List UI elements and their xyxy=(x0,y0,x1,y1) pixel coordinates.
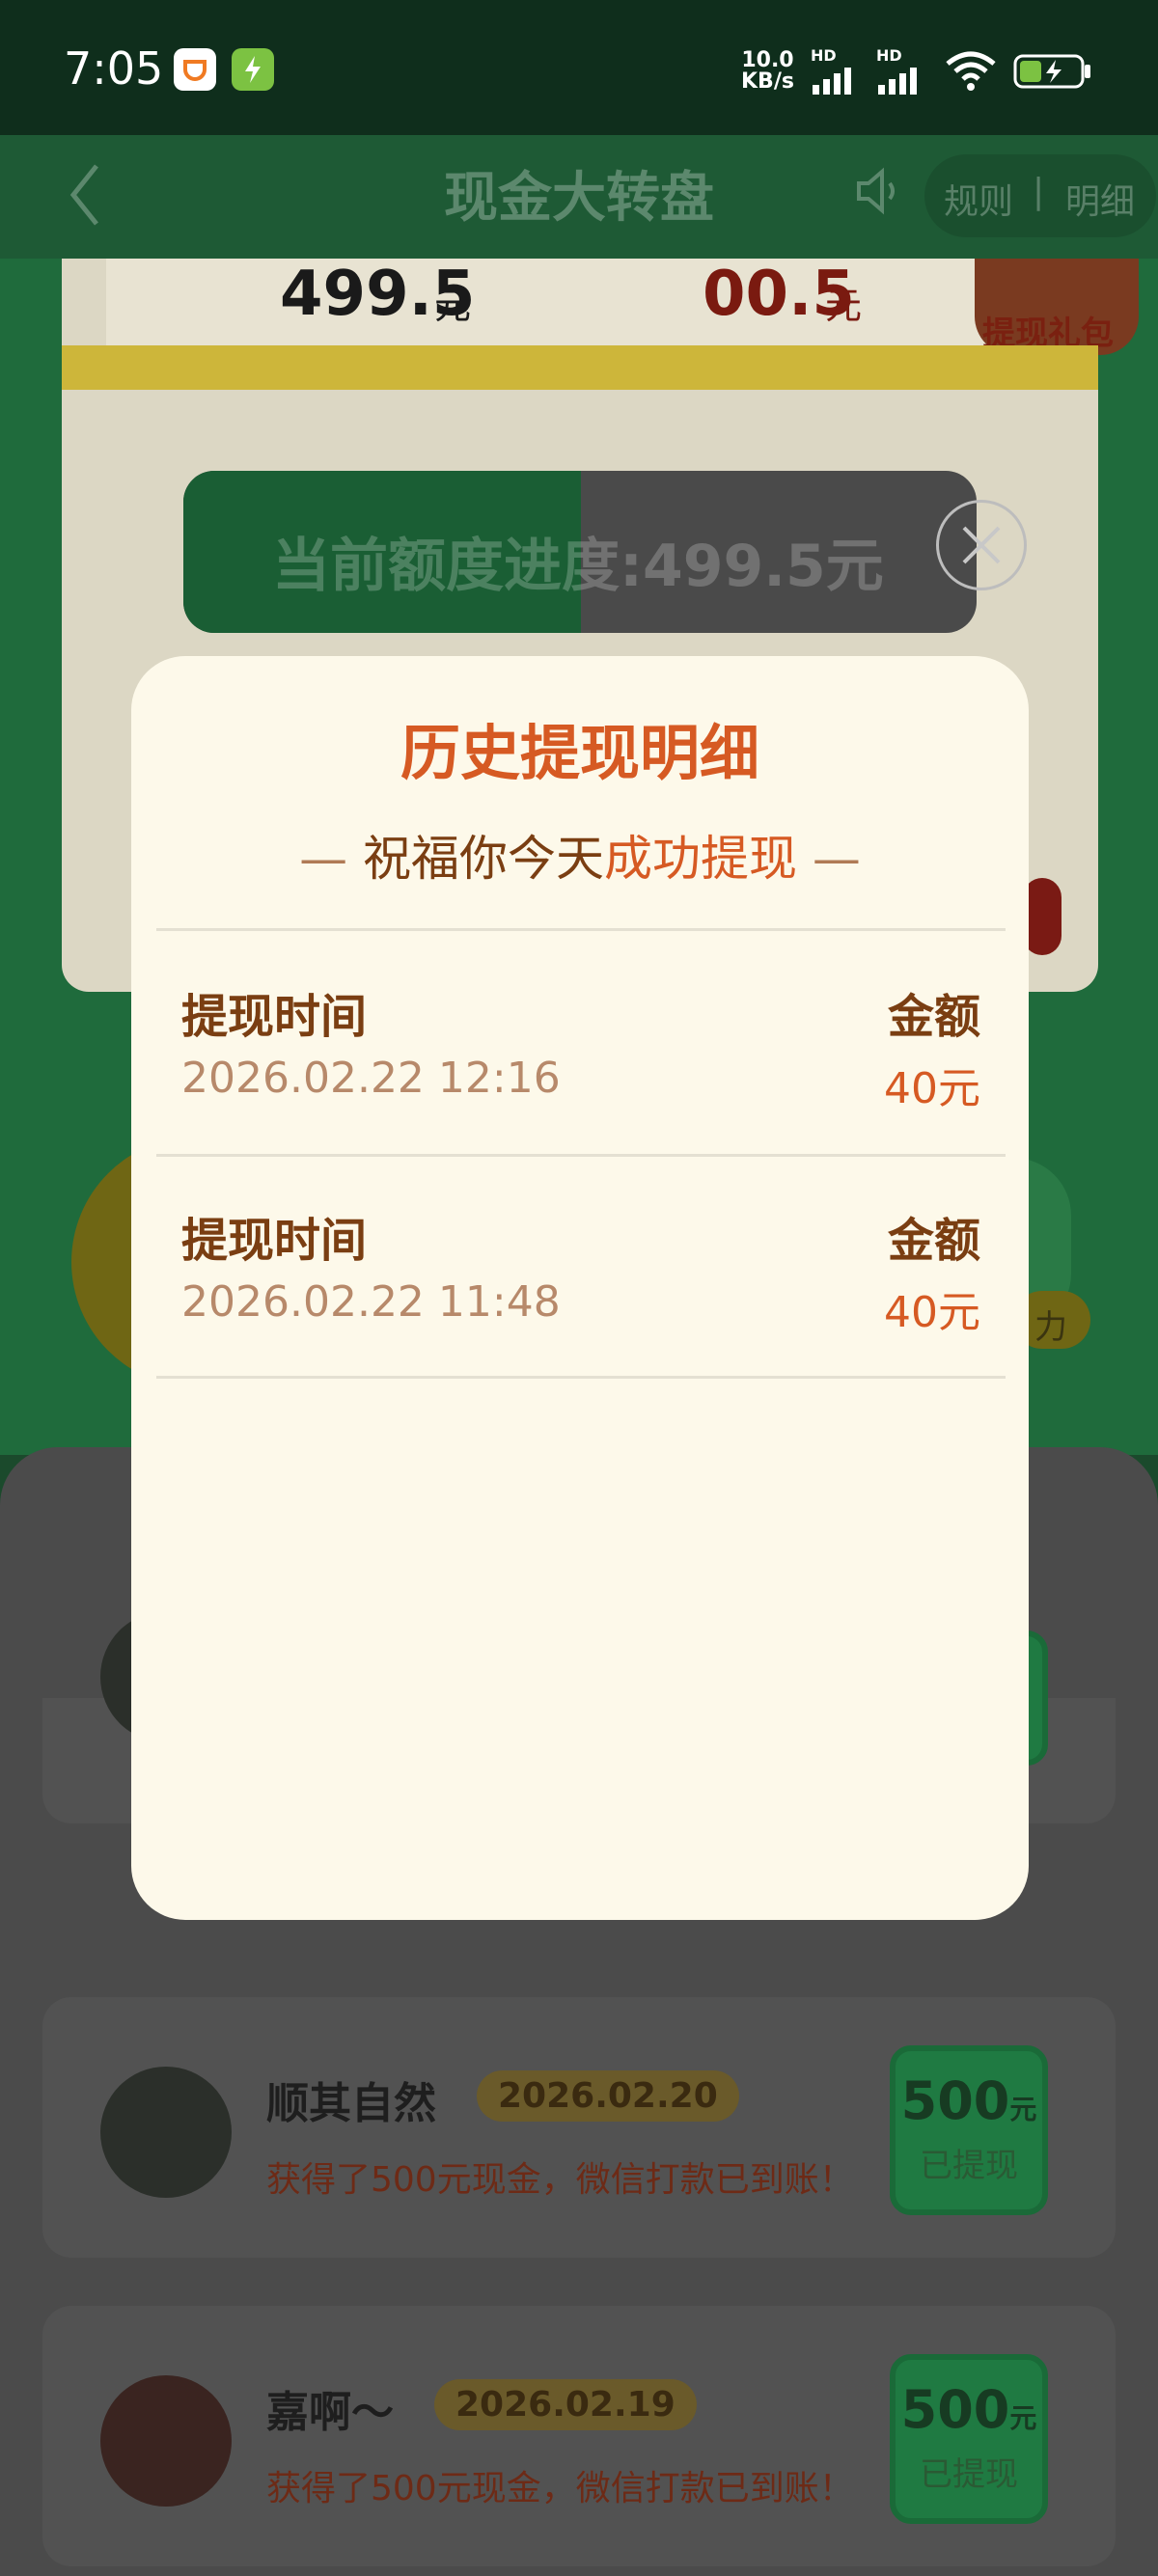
status-bar: 7:05 10.0 KB/s HD HD xyxy=(0,0,1158,135)
badge-unit: 元 xyxy=(1009,2094,1037,2125)
record-amount-label: 金额 xyxy=(887,1214,980,1268)
winner-name: 嘉啊～ xyxy=(266,2388,394,2437)
avatar xyxy=(100,2375,232,2507)
progress-bar: 当前额度进度:499.5元 xyxy=(183,471,977,633)
badge-amount: 500 xyxy=(900,2379,1010,2440)
winner-name: 顺其自然 xyxy=(266,2079,436,2128)
record-time: 2026.02.22 12:16 xyxy=(181,1054,561,1103)
record-time-label: 提现时间 xyxy=(181,1214,368,1268)
winner-desc: 获得了500元现金，微信打款已到账！ xyxy=(266,2160,854,2200)
record-amount-label: 金额 xyxy=(887,990,980,1044)
record-amount: 40元 xyxy=(884,1288,980,1337)
divider xyxy=(156,928,1006,931)
nav-separator: | xyxy=(1033,172,1045,211)
status-time: 7:05 xyxy=(64,42,164,95)
withdrawn-badge: 500元 已提现 xyxy=(890,2354,1048,2524)
app-notification-icon xyxy=(174,48,216,91)
battery-icon xyxy=(1013,52,1094,95)
history-record: 提现时间 2026.02.22 12:16 金额 40元 xyxy=(131,932,1029,1154)
list-item: 顺其自然 2026.02.20 获得了500元现金，微信打款已到账！ 500元 … xyxy=(42,1997,1116,2258)
record-amount: 40元 xyxy=(884,1064,980,1113)
history-record: 提现时间 2026.02.22 11:48 金额 40元 xyxy=(131,1156,1029,1378)
winner-desc: 获得了500元现金，微信打款已到账！ xyxy=(266,2469,854,2508)
net-speed-unit: KB/s xyxy=(741,69,794,94)
amount-box: 499.5 元 00.5 元 xyxy=(106,259,1052,345)
winner-date: 2026.02.20 xyxy=(477,2070,739,2122)
detail-button[interactable]: 明细 xyxy=(1065,174,1135,224)
charging-app-icon xyxy=(232,48,274,91)
amount-right-unit: 元 xyxy=(825,285,863,327)
record-time: 2026.02.22 11:48 xyxy=(181,1277,561,1327)
close-icon xyxy=(962,526,1001,564)
red-decoration xyxy=(1023,878,1062,955)
list-item: 嘉啊～ 2026.02.19 获得了500元现金，微信打款已到账！ 500元 已… xyxy=(42,2306,1116,2566)
record-time-label: 提现时间 xyxy=(181,990,368,1044)
progress-text: 当前额度进度:499.5元 xyxy=(272,533,884,600)
rules-detail-pill: 规则 | 明细 xyxy=(924,154,1156,237)
winner-date: 2026.02.19 xyxy=(434,2379,697,2430)
amount-left-unit: 元 xyxy=(434,285,472,327)
modal-subtitle: — 祝福你今天成功提现 — xyxy=(131,820,1029,890)
net-speed: 10.0 KB/s xyxy=(741,50,794,93)
avatar xyxy=(100,2067,232,2198)
modal-title: 历史提现明细 xyxy=(400,718,759,788)
subtitle-highlight: 成功提现 xyxy=(604,831,797,887)
wifi-icon xyxy=(944,50,998,96)
badge-status: 已提现 xyxy=(920,2455,1018,2494)
yellow-strip xyxy=(62,345,1098,390)
subtitle-dash-left: — xyxy=(299,831,348,887)
divider xyxy=(156,1376,1006,1379)
badge-unit: 元 xyxy=(1009,2402,1037,2434)
subtitle-prefix: 祝福你今天 xyxy=(363,831,604,887)
badge-status: 已提现 xyxy=(920,2147,1018,2185)
nav-bar: 现金大转盘 规则 | 明细 xyxy=(0,135,1158,259)
subtitle-dash-right: — xyxy=(812,831,861,887)
speaker-icon[interactable] xyxy=(853,164,907,222)
withdrawn-badge: 500元 已提现 xyxy=(890,2045,1048,2215)
rules-button[interactable]: 规则 xyxy=(944,174,1013,224)
badge-amount: 500 xyxy=(900,2070,1010,2131)
close-button[interactable] xyxy=(936,500,1027,590)
side-text: 力 xyxy=(1034,1308,1067,1347)
